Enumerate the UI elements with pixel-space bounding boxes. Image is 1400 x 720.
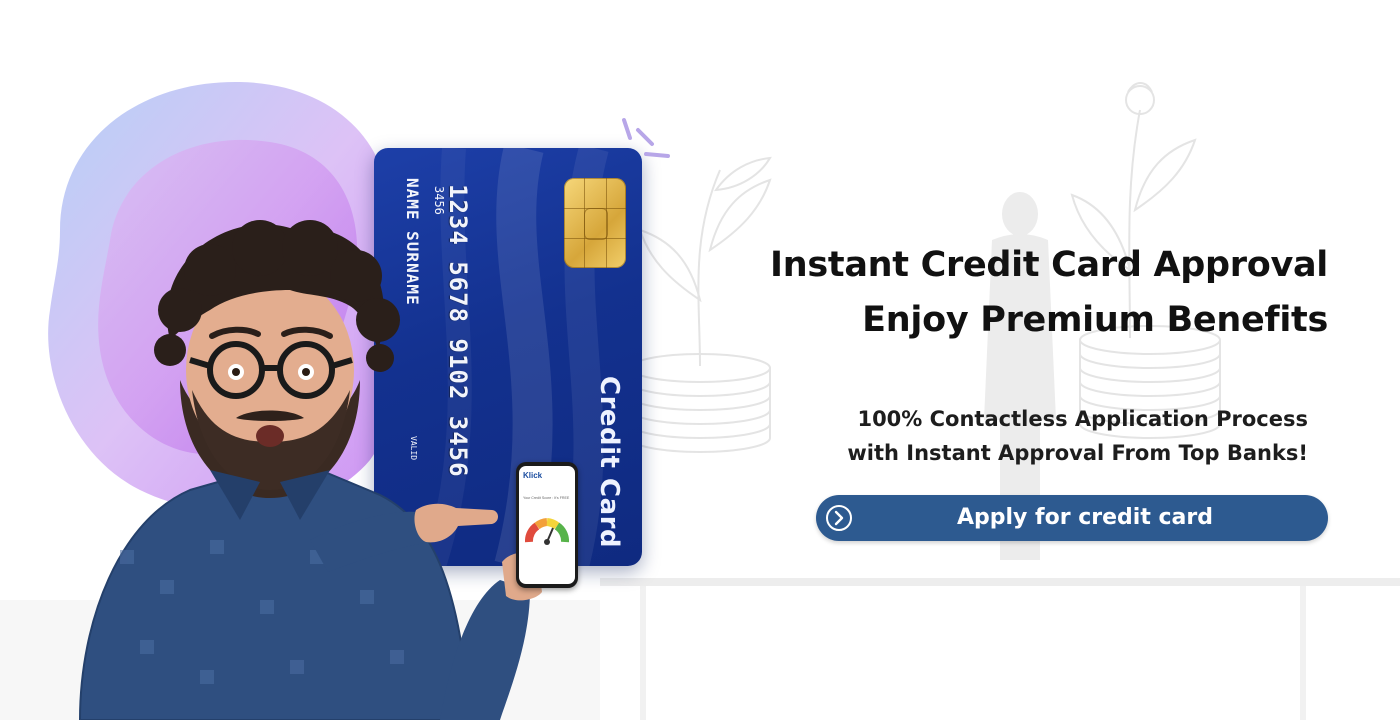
credit-score-gauge-icon — [525, 518, 569, 545]
headline-line-1: Instant Credit Card Approval — [770, 245, 1328, 285]
headline-line-2: Enjoy Premium Benefits — [862, 300, 1328, 340]
phone-screen: Klick Your Credit Score : It's FREE — [519, 466, 575, 584]
card-sub-number: 3456 — [432, 186, 446, 215]
apply-credit-card-button[interactable]: Apply for credit card — [816, 495, 1328, 541]
phone-app-brand: Klick — [523, 471, 543, 480]
headline: Instant Credit Card Approval Enjoy Premi… — [770, 238, 1328, 348]
smartphone-graphic: Klick Your Credit Score : It's FREE — [516, 462, 578, 588]
sparkle-icon — [622, 118, 670, 158]
subheadline-line-1: 100% Contactless Application Process — [857, 407, 1308, 431]
apply-button-label: Apply for credit card — [956, 505, 1214, 530]
promo-banner: 1234 5678 9102 3456 3456 NAME SURNAME VA… — [0, 0, 1400, 720]
subheadline-line-2: with Instant Approval From Top Banks! — [847, 441, 1308, 465]
phone-screen-text: Your Credit Score : It's FREE — [523, 496, 570, 500]
subheadline: 100% Contactless Application Process wit… — [847, 402, 1308, 470]
